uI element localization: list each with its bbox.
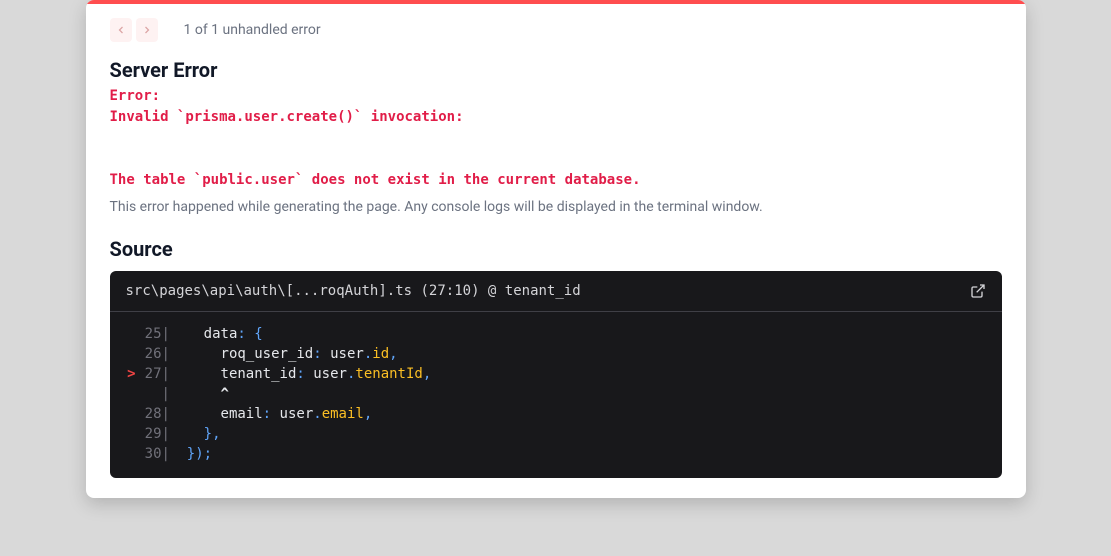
error-nav: 1 of 1 unhandled error xyxy=(110,18,1002,42)
external-link-icon xyxy=(970,283,986,299)
arrow-right-icon xyxy=(141,24,153,36)
code-caret-line: | ^ xyxy=(118,384,432,404)
server-error-heading: Server Error xyxy=(110,58,1002,82)
source-heading: Source xyxy=(110,237,1002,261)
code-line: 28 | email: user.email, xyxy=(118,404,432,424)
error-count-text: 1 of 1 unhandled error xyxy=(184,22,321,38)
code-line: 26 | roq_user_id: user.id, xyxy=(118,344,432,364)
code-line: 30 | }); xyxy=(118,444,432,464)
source-code: 25 | data: { 26 | roq_user_id: user.id, xyxy=(110,312,1002,478)
source-location: src\pages\api\auth\[...roqAuth].ts (27:1… xyxy=(126,283,581,299)
next-error-button[interactable] xyxy=(136,18,158,42)
arrow-left-icon xyxy=(115,24,127,36)
open-in-editor-button[interactable] xyxy=(970,283,986,299)
source-header: src\pages\api\auth\[...roqAuth].ts (27:1… xyxy=(110,271,1002,312)
error-message: Error: Invalid `prisma.user.create()` in… xyxy=(110,86,1002,191)
error-overlay: 1 of 1 unhandled error Server Error Erro… xyxy=(86,0,1026,498)
code-line: 25 | data: { xyxy=(118,324,432,344)
error-hint: This error happened while generating the… xyxy=(110,199,1002,215)
code-line: 29 | }, xyxy=(118,424,432,444)
prev-error-button[interactable] xyxy=(110,18,132,42)
code-line-active: > 27 | tenant_id: user.tenantId, xyxy=(118,364,432,384)
source-box: src\pages\api\auth\[...roqAuth].ts (27:1… xyxy=(110,271,1002,478)
